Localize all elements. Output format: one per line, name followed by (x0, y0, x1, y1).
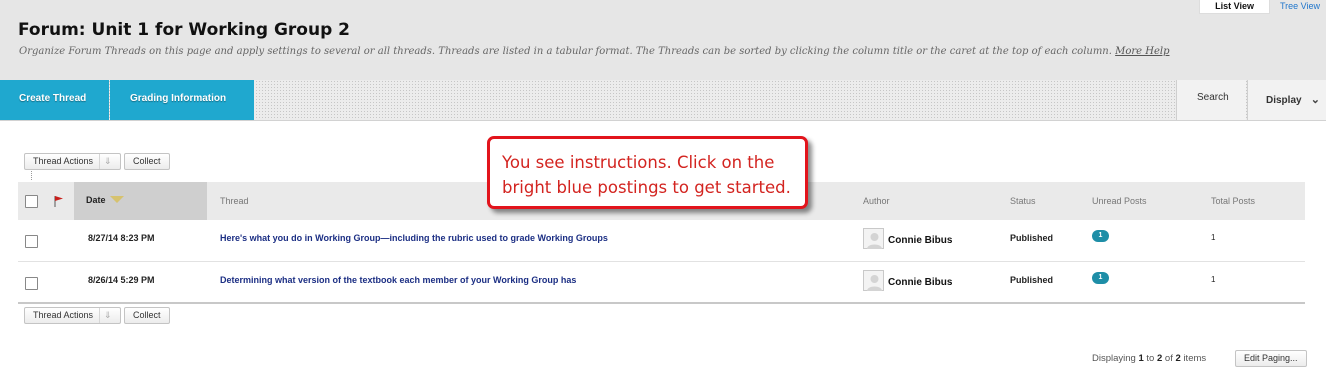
edit-paging-button[interactable]: Edit Paging... (1235, 350, 1307, 367)
page-header: Forum: Unit 1 for Working Group 2 Organi… (0, 0, 1326, 80)
column-date-label: Date (86, 195, 106, 205)
column-thread[interactable]: Thread (220, 182, 249, 220)
avatar (863, 270, 884, 291)
display-label: Display (1266, 95, 1302, 106)
dotted-connector (31, 171, 32, 180)
unread-badge[interactable]: 1 (1092, 272, 1109, 284)
page-description: Organize Forum Threads on this page and … (19, 46, 1170, 57)
collect-button-top[interactable]: Collect (124, 153, 170, 170)
paging-of-word: of (1164, 353, 1173, 364)
row-author: Connie Bibus (888, 235, 953, 246)
callout-line-2: bright blue postings to get started. (502, 178, 791, 197)
more-help-link[interactable]: More Help (1115, 46, 1169, 57)
action-bar: Create Thread Grading Information Search… (0, 80, 1326, 121)
row-status: Published (1010, 233, 1054, 243)
row-date: 8/26/14 5:29 PM (88, 275, 155, 285)
table-row: 8/26/14 5:29 PM Determining what version… (18, 262, 1305, 304)
column-date[interactable]: Date (74, 182, 207, 220)
double-chevron-down-icon: ⇓ (99, 308, 112, 323)
column-status[interactable]: Status (1010, 182, 1036, 220)
paging-from: 1 (1138, 353, 1144, 364)
row-date: 8/27/14 8:23 PM (88, 233, 155, 243)
paging-total: 2 (1175, 353, 1181, 364)
row-checkbox[interactable] (25, 235, 38, 248)
thread-actions-button-bottom[interactable]: Thread Actions ⇓ (24, 307, 121, 324)
paging-to-word: to (1146, 353, 1155, 364)
thread-actions-label: Thread Actions (33, 310, 94, 320)
collect-button-bottom[interactable]: Collect (124, 307, 170, 324)
chevron-down-icon: ⌄ (1310, 94, 1320, 106)
column-total[interactable]: Total Posts (1211, 182, 1255, 220)
select-all-checkbox[interactable] (25, 195, 38, 208)
column-author[interactable]: Author (863, 182, 890, 220)
paging-suffix: items (1183, 353, 1207, 364)
avatar (863, 228, 884, 249)
thread-actions-button-top[interactable]: Thread Actions ⇓ (24, 153, 121, 170)
user-silhouette-icon (867, 275, 882, 291)
create-thread-button[interactable]: Create Thread (0, 80, 109, 120)
instruction-callout: You see instructions. Click on the brigh… (487, 136, 808, 209)
view-tabs: List View Tree View (1199, 0, 1326, 14)
double-chevron-down-icon: ⇓ (99, 154, 112, 169)
paging-prefix: Displaying (1092, 353, 1136, 364)
paging-summary: Displaying 1 to 2 of 2 items (1092, 353, 1206, 364)
unread-badge[interactable]: 1 (1092, 230, 1109, 242)
display-button[interactable]: Display ⌄ (1247, 80, 1326, 120)
thread-actions-label: Thread Actions (33, 156, 94, 166)
search-button[interactable]: Search (1176, 80, 1246, 120)
table-row: 8/27/14 8:23 PM Here's what you do in Wo… (18, 220, 1305, 262)
row-thread-link[interactable]: Determining what version of the textbook… (220, 275, 576, 285)
flag-icon[interactable] (54, 195, 64, 207)
tab-list-view[interactable]: List View (1199, 0, 1270, 14)
column-unread[interactable]: Unread Posts (1092, 182, 1147, 220)
row-checkbox[interactable] (25, 277, 38, 290)
grading-information-button[interactable]: Grading Information (110, 80, 254, 120)
row-thread-link[interactable]: Here's what you do in Working Group—incl… (220, 233, 608, 243)
row-total: 1 (1211, 275, 1216, 284)
tab-tree-view[interactable]: Tree View (1270, 0, 1326, 14)
sort-caret-icon (109, 196, 124, 204)
callout-line-1: You see instructions. Click on the (502, 153, 775, 172)
paging-to: 2 (1156, 353, 1163, 364)
page-title: Forum: Unit 1 for Working Group 2 (18, 20, 350, 40)
row-author: Connie Bibus (888, 277, 953, 288)
row-status: Published (1010, 275, 1054, 285)
row-total: 1 (1211, 233, 1216, 242)
description-text: Organize Forum Threads on this page and … (19, 46, 1112, 57)
user-silhouette-icon (867, 233, 882, 249)
